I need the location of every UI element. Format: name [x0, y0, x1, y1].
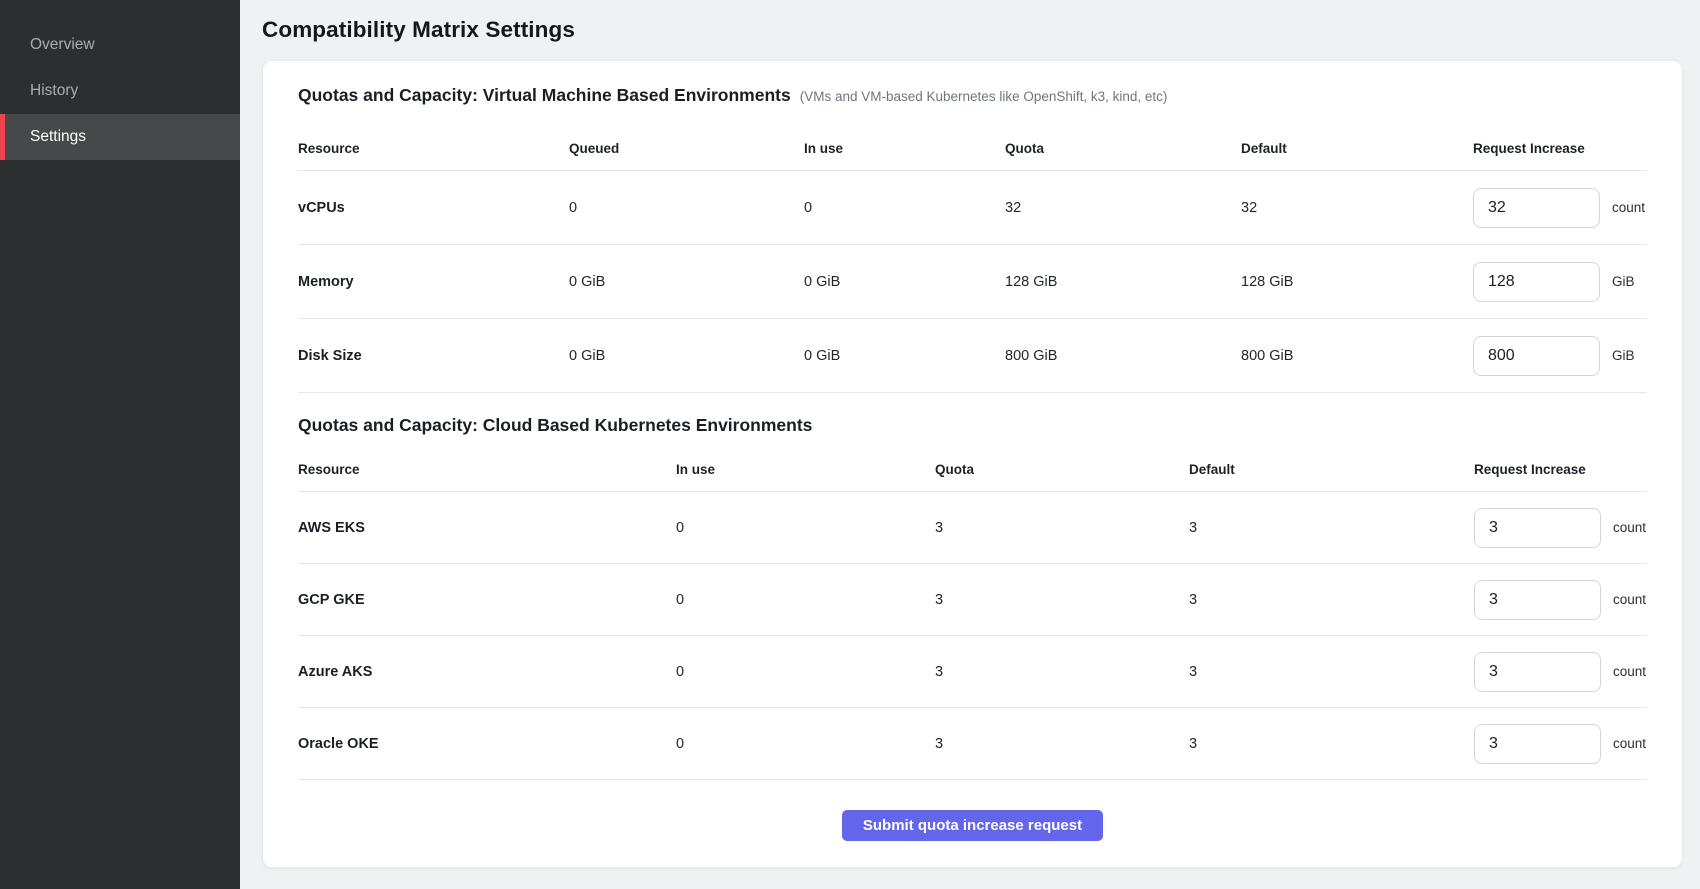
resource-name: GCP GKE	[298, 592, 676, 608]
in-use-value: 0	[676, 592, 935, 608]
vm-col-queued: Queued	[569, 141, 804, 156]
k8s-section-heading: Quotas and Capacity: Cloud Based Kuberne…	[298, 415, 1647, 436]
unit-label: count	[1613, 520, 1646, 535]
k8s-section-title: Quotas and Capacity: Cloud Based Kuberne…	[298, 415, 812, 436]
resource-name: Azure AKS	[298, 664, 676, 680]
vm-table-header: Resource Queued In use Quota Default Req…	[298, 127, 1647, 171]
vm-section-title: Quotas and Capacity: Virtual Machine Bas…	[298, 85, 791, 106]
quota-value: 32	[1005, 200, 1241, 216]
vm-col-resource: Resource	[298, 141, 569, 156]
page-title: Compatibility Matrix Settings	[262, 17, 1700, 43]
k8s-table-header: Resource In use Quota Default Request In…	[298, 448, 1647, 492]
table-row-oracle-oke: Oracle OKE 0 3 3 count	[298, 708, 1647, 780]
quota-value: 3	[935, 664, 1189, 680]
default-value: 3	[1189, 592, 1474, 608]
queued-value: 0	[569, 200, 804, 216]
unit-label: GiB	[1612, 274, 1635, 289]
resource-name: Disk Size	[298, 348, 569, 364]
default-value: 800 GiB	[1241, 348, 1473, 364]
oracle-oke-request-input[interactable]	[1474, 724, 1601, 764]
in-use-value: 0	[804, 200, 1005, 216]
k8s-col-default: Default	[1189, 462, 1474, 477]
vm-col-default: Default	[1241, 141, 1473, 156]
table-row-azure-aks: Azure AKS 0 3 3 count	[298, 636, 1647, 708]
k8s-col-quota: Quota	[935, 462, 1189, 477]
queued-value: 0 GiB	[569, 274, 804, 290]
app-window: Overview History Settings Compatibility …	[0, 0, 1700, 889]
quota-value: 3	[935, 520, 1189, 536]
k8s-col-request-increase: Request Increase	[1474, 462, 1647, 477]
default-value: 3	[1189, 736, 1474, 752]
vm-col-request-increase: Request Increase	[1473, 141, 1647, 156]
table-row-gcp-gke: GCP GKE 0 3 3 count	[298, 564, 1647, 636]
table-row-memory: Memory 0 GiB 0 GiB 128 GiB 128 GiB GiB	[298, 245, 1647, 319]
quota-value: 800 GiB	[1005, 348, 1241, 364]
in-use-value: 0	[676, 520, 935, 536]
in-use-value: 0 GiB	[804, 274, 1005, 290]
k8s-col-resource: Resource	[298, 462, 676, 477]
azure-aks-request-input[interactable]	[1474, 652, 1601, 692]
queued-value: 0 GiB	[569, 348, 804, 364]
sidebar-item-settings[interactable]: Settings	[0, 114, 240, 160]
resource-name: AWS EKS	[298, 520, 676, 536]
quota-value: 3	[935, 736, 1189, 752]
in-use-value: 0	[676, 736, 935, 752]
resource-name: vCPUs	[298, 200, 569, 216]
sidebar-item-label: History	[30, 82, 78, 100]
quota-value: 3	[935, 592, 1189, 608]
unit-label: count	[1613, 664, 1646, 679]
gcp-gke-request-input[interactable]	[1474, 580, 1601, 620]
vcpus-request-input[interactable]	[1473, 188, 1600, 228]
aws-eks-request-input[interactable]	[1474, 508, 1601, 548]
resource-name: Memory	[298, 274, 569, 290]
default-value: 3	[1189, 664, 1474, 680]
in-use-value: 0	[676, 664, 935, 680]
unit-label: count	[1613, 736, 1646, 751]
vm-section-subtitle: (VMs and VM-based Kubernetes like OpenSh…	[800, 89, 1168, 104]
unit-label: count	[1612, 200, 1645, 215]
sidebar-item-history[interactable]: History	[0, 68, 240, 114]
memory-request-input[interactable]	[1473, 262, 1600, 302]
unit-label: count	[1613, 592, 1646, 607]
sidebar-item-label: Settings	[30, 128, 86, 146]
table-row-vcpus: vCPUs 0 0 32 32 count	[298, 171, 1647, 245]
k8s-col-in-use: In use	[676, 462, 935, 477]
vm-col-quota: Quota	[1005, 141, 1241, 156]
in-use-value: 0 GiB	[804, 348, 1005, 364]
quota-value: 128 GiB	[1005, 274, 1241, 290]
sidebar: Overview History Settings	[0, 0, 240, 889]
vm-col-in-use: In use	[804, 141, 1005, 156]
submit-quota-increase-button[interactable]: Submit quota increase request	[842, 810, 1103, 841]
table-row-disk-size: Disk Size 0 GiB 0 GiB 800 GiB 800 GiB Gi…	[298, 319, 1647, 393]
vm-section-heading: Quotas and Capacity: Virtual Machine Bas…	[298, 85, 1647, 106]
settings-card: Quotas and Capacity: Virtual Machine Bas…	[262, 60, 1683, 868]
sidebar-item-overview[interactable]: Overview	[0, 22, 240, 68]
main-content: Compatibility Matrix Settings Quotas and…	[240, 0, 1700, 889]
disk-size-request-input[interactable]	[1473, 336, 1600, 376]
resource-name: Oracle OKE	[298, 736, 676, 752]
unit-label: GiB	[1612, 348, 1635, 363]
card-footer: Submit quota increase request	[298, 810, 1647, 841]
sidebar-item-label: Overview	[30, 36, 95, 54]
default-value: 3	[1189, 520, 1474, 536]
default-value: 32	[1241, 200, 1473, 216]
table-row-aws-eks: AWS EKS 0 3 3 count	[298, 492, 1647, 564]
default-value: 128 GiB	[1241, 274, 1473, 290]
